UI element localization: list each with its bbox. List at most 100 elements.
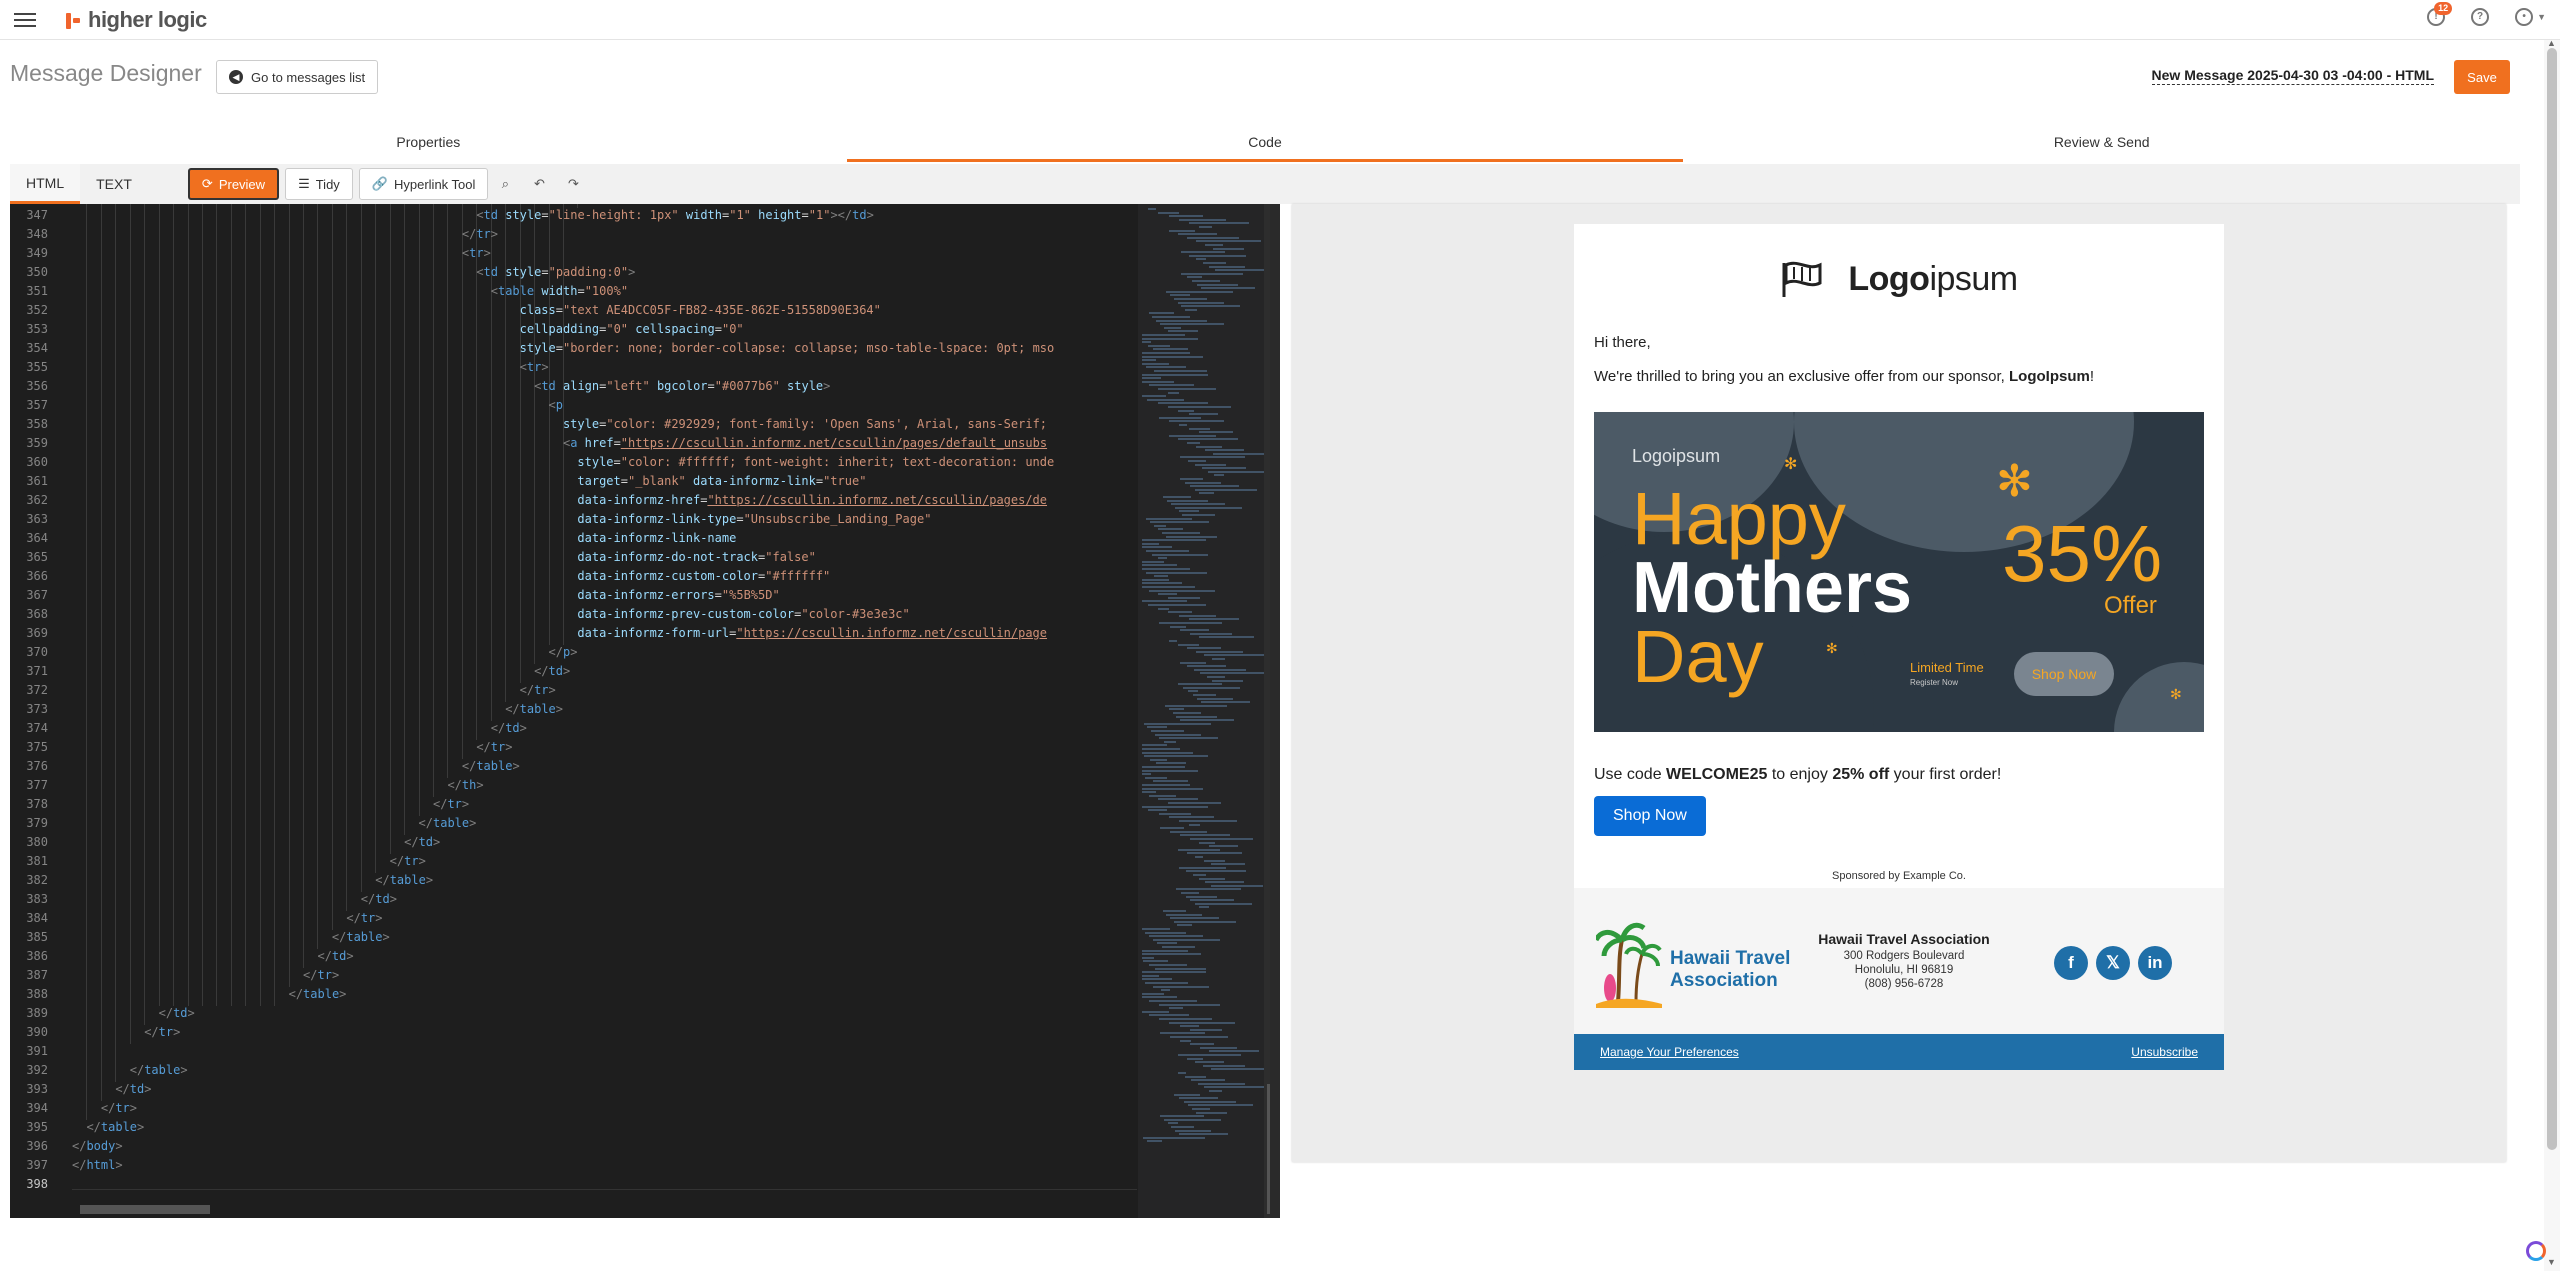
- notifications-icon[interactable]: ! 12: [2427, 2, 2453, 26]
- message-name[interactable]: New Message 2025-04-30 03 -04:00 - HTML: [2151, 67, 2434, 85]
- preview-button[interactable]: ⟳ Preview: [187, 168, 280, 200]
- editor-hscroll-thumb[interactable]: [80, 1205, 210, 1214]
- user-icon[interactable]: •: [2515, 8, 2534, 26]
- tab-properties[interactable]: Properties: [10, 126, 847, 162]
- code-line[interactable]: </tr>: [303, 968, 339, 982]
- minimap-line: [1208, 470, 1264, 473]
- code-line[interactable]: </td>: [317, 949, 353, 963]
- code-line[interactable]: cellpadding="0" cellspacing="0": [520, 322, 744, 336]
- code-line[interactable]: </td>: [404, 835, 440, 849]
- linkedin-icon[interactable]: in: [2138, 946, 2172, 980]
- code-line[interactable]: </table>: [86, 1120, 144, 1134]
- undo-icon[interactable]: ↶: [522, 176, 556, 192]
- code-line[interactable]: <p: [549, 398, 563, 412]
- pane-splitter[interactable]: [1270, 204, 1280, 1218]
- chevron-down-icon[interactable]: ▼: [2537, 12, 2546, 22]
- code-line[interactable]: </tr>: [390, 854, 426, 868]
- scroll-down-icon[interactable]: ▼: [2547, 1257, 2556, 1267]
- code-line[interactable]: style="color: #ffffff; font-weight: inhe…: [577, 455, 1054, 469]
- promo-banner[interactable]: Logoipsum Happy Mothers Day 35% Offer Li…: [1594, 412, 2204, 732]
- code-line[interactable]: data-informz-custom-color="#ffffff": [577, 569, 830, 583]
- menu-icon[interactable]: [14, 10, 36, 30]
- tab-html[interactable]: HTML: [10, 164, 81, 204]
- code-line[interactable]: data-informz-do-not-track="false": [577, 550, 815, 564]
- tab-review-send[interactable]: Review & Send: [1683, 126, 2520, 162]
- code-line[interactable]: </tr>: [101, 1101, 137, 1115]
- minimap-line: [1159, 737, 1218, 740]
- code-line[interactable]: </table>: [419, 816, 477, 830]
- code-line[interactable]: <td style="line-height: 1px" width="1" h…: [476, 208, 874, 222]
- code-line[interactable]: data-informz-prev-custom-color="color-#3…: [577, 607, 909, 621]
- shop-now-button[interactable]: Shop Now: [1594, 796, 1706, 836]
- code-line[interactable]: data-informz-errors="%5B%5D": [577, 588, 779, 602]
- minimap-line: [1199, 906, 1209, 909]
- manage-preferences-link[interactable]: Manage Your Preferences: [1600, 1045, 1739, 1059]
- indent-guide: [404, 204, 406, 835]
- minimap-line: [1142, 586, 1195, 588]
- brand-logo[interactable]: higher logic: [64, 7, 207, 33]
- code-line[interactable]: </html>: [72, 1158, 123, 1172]
- page-scroll-thumb[interactable]: [2547, 48, 2557, 1150]
- page-scrollbar[interactable]: ▲ ▼: [2544, 38, 2560, 1271]
- save-button[interactable]: Save: [2454, 60, 2510, 94]
- code-line[interactable]: <a href="https://cscullin.informz.net/cs…: [563, 436, 1047, 450]
- tab-text[interactable]: TEXT: [80, 164, 148, 204]
- code-line[interactable]: </tr>: [520, 683, 556, 697]
- code-text-area[interactable]: <td style="line-height: 1px" width="1" h…: [72, 204, 1137, 1204]
- code-line[interactable]: </table>: [375, 873, 433, 887]
- code-line[interactable]: <tr>: [462, 246, 491, 260]
- unsubscribe-link[interactable]: Unsubscribe: [2131, 1045, 2198, 1059]
- code-line[interactable]: class="text AE4DCC05F-FB82-435E-862E-515…: [520, 303, 881, 317]
- go-to-messages-list-button[interactable]: ◀ Go to messages list: [216, 60, 379, 94]
- code-line[interactable]: </td>: [159, 1006, 195, 1020]
- code-line[interactable]: data-informz-form-url="https://cscullin.…: [577, 626, 1047, 640]
- code-line[interactable]: </table>: [289, 987, 347, 1001]
- code-line[interactable]: style="color: #292929; font-family: 'Ope…: [563, 417, 1047, 431]
- code-line[interactable]: style="border: none; border-collapse: co…: [520, 341, 1055, 355]
- minimap-line: [1196, 650, 1243, 653]
- code-line[interactable]: <td align="left" bgcolor="#0077b6" style…: [534, 379, 830, 393]
- code-line[interactable]: </tr>: [433, 797, 469, 811]
- code-line[interactable]: <td style="padding:0">: [476, 265, 635, 279]
- tab-code[interactable]: Code: [846, 126, 1684, 162]
- minimap-line: [1142, 751, 1193, 754]
- code-line[interactable]: </th>: [447, 778, 483, 792]
- code-line[interactable]: </tr>: [462, 227, 498, 241]
- code-line[interactable]: </p>: [549, 645, 578, 659]
- line-number: 368: [26, 607, 48, 621]
- help-widget-icon[interactable]: [2526, 1241, 2546, 1261]
- code-line[interactable]: </td>: [115, 1082, 151, 1096]
- scroll-up-icon[interactable]: ▲: [2547, 38, 2556, 48]
- code-line[interactable]: </td>: [491, 721, 527, 735]
- x-twitter-icon[interactable]: 𝕏: [2096, 946, 2130, 980]
- redo-icon[interactable]: ↷: [556, 176, 590, 192]
- code-line[interactable]: </table>: [332, 930, 390, 944]
- code-line[interactable]: </tr>: [476, 740, 512, 754]
- code-line[interactable]: </table>: [462, 759, 520, 773]
- code-editor[interactable]: 347 348 349 350 351 352 353 354 355 356 357 358 359 3…: [10, 204, 1280, 1218]
- code-line[interactable]: </td>: [361, 892, 397, 906]
- code-line[interactable]: <tr>: [520, 360, 549, 374]
- line-number: 388: [26, 987, 48, 1001]
- facebook-icon[interactable]: f: [2054, 946, 2088, 980]
- sparkle-icon: ✻: [2170, 686, 2182, 702]
- code-line[interactable]: </tr>: [346, 911, 382, 925]
- code-line[interactable]: </tr>: [144, 1025, 180, 1039]
- code-line[interactable]: data-informz-link-name: [577, 531, 736, 545]
- minimap-line: [1178, 301, 1224, 304]
- indent-guide: [129, 204, 131, 1044]
- help-icon[interactable]: ?: [2471, 8, 2490, 26]
- editor-horizontal-scrollbar[interactable]: [72, 1202, 1137, 1216]
- code-line[interactable]: </body>: [72, 1139, 123, 1153]
- code-line[interactable]: target="_blank" data-informz-link="true": [577, 474, 866, 488]
- tidy-button[interactable]: ☰ Tidy: [285, 168, 353, 200]
- code-line[interactable]: data-informz-link-type="Unsubscribe_Land…: [577, 512, 931, 526]
- code-line[interactable]: data-informz-href="https://cscullin.info…: [577, 493, 1047, 507]
- code-line[interactable]: </table>: [505, 702, 563, 716]
- hyperlink-tool-button[interactable]: 🔗 Hyperlink Tool: [358, 168, 489, 200]
- code-line[interactable]: </td>: [534, 664, 570, 678]
- search-icon[interactable]: ⌕: [488, 176, 522, 192]
- code-line[interactable]: <table width="100%": [491, 284, 628, 298]
- code-minimap[interactable]: [1138, 204, 1264, 1218]
- code-line[interactable]: </table>: [130, 1063, 188, 1077]
